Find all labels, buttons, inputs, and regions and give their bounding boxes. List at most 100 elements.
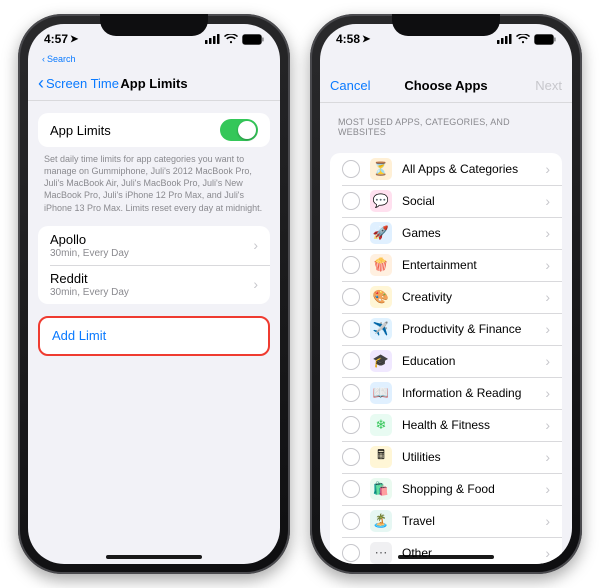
category-icon: ❄︎ <box>370 414 392 436</box>
screen: 4:58 ➤ Cancel Choose Apps Next Most Used… <box>320 24 572 564</box>
battery-icon <box>534 34 556 45</box>
category-row[interactable]: ⋯Other› <box>330 537 562 564</box>
chevron-right-icon: › <box>545 450 550 464</box>
category-icon: 🏝️ <box>370 510 392 532</box>
home-indicator[interactable] <box>398 555 494 559</box>
category-label: Health & Fitness <box>402 418 490 432</box>
home-indicator[interactable] <box>106 555 202 559</box>
scroll-view[interactable]: Most Used Apps, Categories, and Websites… <box>320 103 572 564</box>
radio[interactable] <box>342 512 360 530</box>
chevron-right-icon: › <box>545 162 550 176</box>
radio[interactable] <box>342 544 360 562</box>
radio[interactable] <box>342 320 360 338</box>
limit-detail: 30min, Every Day <box>50 248 253 259</box>
next-button[interactable]: Next <box>446 78 562 93</box>
category-row[interactable]: 🎨 Creativity › <box>330 281 562 313</box>
category-label: Travel <box>402 514 435 528</box>
category-row[interactable]: ✈️Productivity & Finance› <box>330 313 562 345</box>
category-label: Education <box>402 354 455 368</box>
limit-name: Reddit <box>50 271 253 286</box>
category-label: Information & Reading <box>402 386 521 400</box>
screen: 4:57 ➤ ‹ Search ‹ Screen Time App Limits <box>28 24 280 564</box>
category-label: Entertainment <box>402 258 477 272</box>
master-toggle-cell: App Limits <box>38 113 270 147</box>
limit-row[interactable]: Reddit30min, Every Day› <box>38 265 270 304</box>
radio[interactable] <box>342 288 360 306</box>
hardware-notch <box>100 14 208 36</box>
phone-app-limits: 4:57 ➤ ‹ Search ‹ Screen Time App Limits <box>18 14 290 574</box>
limit-row[interactable]: Apollo30min, Every Day› <box>38 226 270 265</box>
chevron-right-icon: › <box>253 238 258 252</box>
chevron-right-icon: › <box>545 258 550 272</box>
category-label: Utilities <box>402 450 441 464</box>
category-icon: 🛍️ <box>370 478 392 500</box>
add-limit-highlight: Add Limit <box>38 316 270 356</box>
cell-signal-icon <box>497 34 512 44</box>
category-row[interactable]: 🍿 Entertainment › <box>330 249 562 281</box>
category-row[interactable]: ⏳All Apps & Categories› <box>330 153 562 185</box>
status-time: 4:58 <box>336 32 360 46</box>
nav-bar: Cancel Choose Apps Next <box>320 68 572 103</box>
add-limit-button[interactable]: Add Limit <box>38 316 270 356</box>
cancel-label: Cancel <box>330 78 370 93</box>
category-icon: 💬 <box>370 190 392 212</box>
category-icon: 🎨 <box>370 286 392 308</box>
master-toggle-label: App Limits <box>50 123 111 138</box>
next-label: Next <box>535 78 562 93</box>
chevron-right-icon: › <box>545 418 550 432</box>
chevron-right-icon: › <box>253 277 258 291</box>
category-row[interactable]: ❄︎ Health & Fitness › <box>330 409 562 441</box>
radio[interactable] <box>342 192 360 210</box>
cell-signal-icon <box>205 34 220 44</box>
app-limits-switch[interactable] <box>220 119 258 141</box>
chevron-left-icon: ‹ <box>38 74 44 92</box>
category-row[interactable]: 🚀 Games › <box>330 217 562 249</box>
chevron-right-icon: › <box>545 226 550 240</box>
chevron-right-icon: › <box>545 322 550 336</box>
phone-choose-apps: 4:58 ➤ Cancel Choose Apps Next Most Used… <box>310 14 582 574</box>
radio[interactable] <box>342 224 360 242</box>
location-icon: ➤ <box>362 34 370 45</box>
radio[interactable] <box>342 160 360 178</box>
category-label: Shopping & Food <box>402 482 495 496</box>
category-row[interactable]: 🖩 Utilities › <box>330 441 562 473</box>
category-row[interactable]: 📖 Information & Reading › <box>330 377 562 409</box>
category-row[interactable]: 🎓Education› <box>330 345 562 377</box>
category-icon: 📖 <box>370 382 392 404</box>
category-row[interactable]: 🛍️ Shopping & Food › <box>330 473 562 505</box>
radio[interactable] <box>342 256 360 274</box>
nav-back-button[interactable]: ‹ Screen Time <box>38 74 154 92</box>
category-row[interactable]: 🏝️Travel› <box>330 505 562 537</box>
limits-group: Apollo30min, Every Day›Reddit30min, Ever… <box>38 226 270 304</box>
limit-detail: 30min, Every Day <box>50 287 253 298</box>
master-toggle-group: App Limits <box>38 113 270 147</box>
categories-group: ⏳All Apps & Categories›💬Social› 🚀 Games › 🍿 E… <box>330 153 562 564</box>
radio[interactable] <box>342 352 360 370</box>
chevron-right-icon: › <box>545 386 550 400</box>
chevron-right-icon: › <box>545 482 550 496</box>
category-icon: ⏳ <box>370 158 392 180</box>
category-label: Games <box>402 226 441 240</box>
chevron-left-icon: ‹ <box>42 54 45 64</box>
chevron-right-icon: › <box>545 546 550 560</box>
category-icon: 🚀 <box>370 222 392 244</box>
scroll-view[interactable]: App Limits Set daily time limits for app… <box>28 101 280 563</box>
category-row[interactable]: 💬Social› <box>330 185 562 217</box>
chevron-right-icon: › <box>545 290 550 304</box>
category-icon: 🖩 <box>370 446 392 468</box>
radio[interactable] <box>342 448 360 466</box>
cancel-button[interactable]: Cancel <box>330 78 446 93</box>
master-toggle-footer: Set daily time limits for app categories… <box>28 147 280 214</box>
categories-header: Most Used Apps, Categories, and Websites <box>320 103 572 141</box>
category-icon: ✈️ <box>370 318 392 340</box>
radio[interactable] <box>342 480 360 498</box>
category-icon: 🍿 <box>370 254 392 276</box>
battery-icon <box>242 34 264 45</box>
chevron-right-icon: › <box>545 354 550 368</box>
chevron-right-icon: › <box>545 194 550 208</box>
wifi-icon <box>516 34 530 44</box>
category-label: Creativity <box>402 290 452 304</box>
breadcrumb-search[interactable]: ‹ Search <box>28 54 280 66</box>
radio[interactable] <box>342 416 360 434</box>
radio[interactable] <box>342 384 360 402</box>
